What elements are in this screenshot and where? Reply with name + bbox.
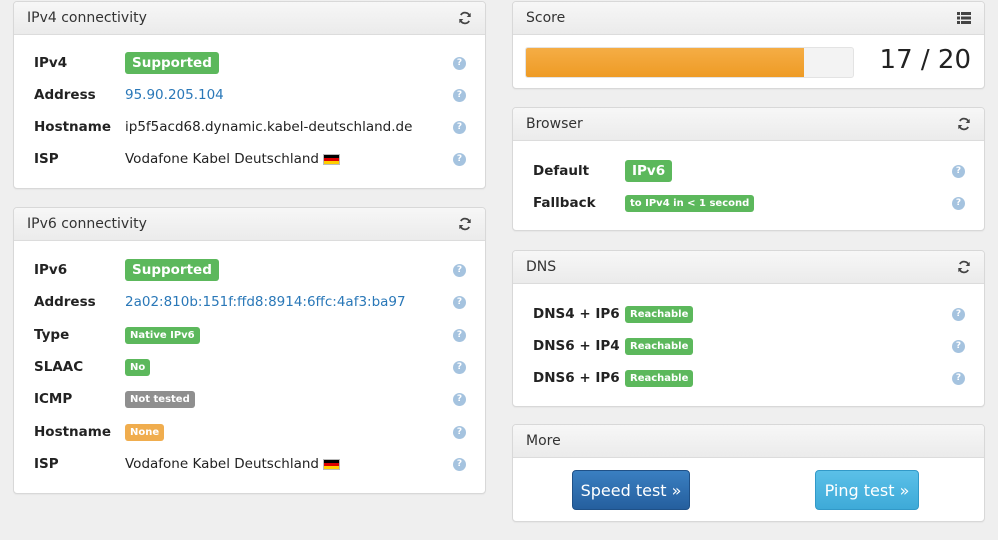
browser-panel: Browser Default IPv6 ? Fallback to IPv4 … — [512, 107, 985, 231]
address-row: Address 95.90.205.104 ? — [14, 84, 485, 106]
isp-row: ISP Vodafone Kabel Deutschland ? — [14, 148, 485, 170]
help-icon[interactable]: ? — [453, 457, 466, 471]
help-icon[interactable]: ? — [952, 339, 965, 353]
dns-panel: DNS DNS4 + IP6 Reachable ? DNS6 + IP4 Re… — [512, 250, 985, 407]
help-icon[interactable]: ? — [453, 88, 466, 102]
fallback-badge: to IPv4 in < 1 second — [625, 194, 755, 212]
help-icon[interactable]: ? — [453, 120, 466, 134]
ipv4-panel-title: IPv4 connectivity — [27, 10, 147, 26]
dns6-ip4-row: DNS6 + IP4 Reachable ? — [513, 335, 984, 357]
help-icon[interactable]: ? — [453, 425, 466, 439]
row-label: DNS6 + IP6 — [533, 370, 620, 386]
help-icon[interactable]: ? — [952, 164, 965, 178]
slaac-row: SLAAC No ? — [14, 356, 485, 378]
dns4-ip6-row: DNS4 + IP6 Reachable ? — [513, 303, 984, 325]
more-panel-heading: More — [513, 425, 984, 458]
speed-test-button[interactable]: Speed test » — [572, 470, 690, 510]
score-value: 17 / 20 — [879, 45, 971, 75]
browser-panel-heading: Browser — [513, 108, 984, 141]
help-icon[interactable]: ? — [453, 152, 466, 166]
row-label: ISP — [34, 151, 59, 167]
refresh-icon[interactable] — [956, 259, 972, 275]
score-panel: Score 17 / 20 — [512, 1, 985, 89]
row-label: Address — [34, 87, 96, 103]
icmp-badge: Not tested — [125, 390, 195, 408]
help-icon[interactable]: ? — [453, 263, 466, 277]
isp-row: ISP Vodafone Kabel Deutschland ? — [14, 453, 485, 475]
refresh-icon[interactable] — [956, 116, 972, 132]
default-row: Default IPv6 ? — [513, 160, 984, 182]
help-icon[interactable]: ? — [453, 392, 466, 406]
dns-panel-heading: DNS — [513, 251, 984, 284]
ipv6-row: IPv6 Supported ? — [14, 259, 485, 281]
ipv6-panel-heading: IPv6 connectivity — [14, 208, 485, 241]
hostname-value: ip5f5acd68.dynamic.kabel-deutschland.de — [125, 119, 413, 135]
supported-badge: Supported — [125, 259, 219, 281]
native-ipv6-badge: Native IPv6 — [125, 326, 200, 344]
row-label: ICMP — [34, 391, 73, 407]
refresh-icon[interactable] — [457, 10, 473, 26]
help-icon[interactable]: ? — [453, 360, 466, 374]
score-panel-title: Score — [526, 10, 566, 26]
ipv4-row: IPv4 Supported ? — [14, 52, 485, 74]
address-row: Address 2a02:810b:151f:ffd8:8914:6ffc:4a… — [14, 291, 485, 313]
germany-flag-icon — [322, 458, 340, 470]
score-panel-heading: Score — [513, 2, 984, 35]
list-icon[interactable] — [956, 10, 972, 26]
score-progress-bar — [525, 47, 854, 78]
dns6-ip6-row: DNS6 + IP6 Reachable ? — [513, 367, 984, 389]
ipv6-address-link[interactable]: 2a02:810b:151f:ffd8:8914:6ffc:4af3:ba97 — [125, 294, 406, 310]
default-badge: IPv6 — [625, 160, 673, 182]
row-label: ISP — [34, 456, 59, 472]
icmp-row: ICMP Not tested ? — [14, 388, 485, 410]
help-icon[interactable]: ? — [952, 307, 965, 321]
ipv4-panel-heading: IPv4 connectivity — [14, 2, 485, 35]
row-label: DNS6 + IP4 — [533, 338, 620, 354]
row-label: SLAAC — [34, 359, 84, 375]
row-label: Hostname — [34, 424, 112, 440]
ipv4-address-link[interactable]: 95.90.205.104 — [125, 87, 224, 103]
ipv6-panel-title: IPv6 connectivity — [27, 216, 147, 232]
row-label: IPv4 — [34, 55, 68, 71]
ping-test-button[interactable]: Ping test » — [815, 470, 919, 510]
hostname-row: Hostname None ? — [14, 421, 485, 443]
ipv6-panel: IPv6 connectivity IPv6 Supported ? Addre… — [13, 207, 486, 494]
refresh-icon[interactable] — [457, 216, 473, 232]
type-row: Type Native IPv6 ? — [14, 324, 485, 346]
row-label: Fallback — [533, 195, 596, 211]
row-label: Type — [34, 327, 70, 343]
dns-panel-title: DNS — [526, 259, 557, 275]
supported-badge: Supported — [125, 52, 219, 74]
help-icon[interactable]: ? — [453, 295, 466, 309]
row-label: Hostname — [34, 119, 112, 135]
reachable-badge: Reachable — [625, 305, 694, 323]
help-icon[interactable]: ? — [453, 328, 466, 342]
browser-panel-title: Browser — [526, 116, 583, 132]
hostname-badge: None — [125, 423, 165, 441]
help-icon[interactable]: ? — [952, 371, 965, 385]
germany-flag-icon — [322, 153, 340, 165]
ipv4-panel: IPv4 connectivity IPv4 Supported ? Addre… — [13, 1, 486, 189]
isp-value: Vodafone Kabel Deutschland — [125, 151, 319, 167]
more-panel-title: More — [526, 433, 561, 449]
reachable-badge: Reachable — [625, 337, 694, 355]
fallback-row: Fallback to IPv4 in < 1 second ? — [513, 192, 984, 214]
isp-value: Vodafone Kabel Deutschland — [125, 456, 319, 472]
row-label: Default — [533, 163, 590, 179]
hostname-row: Hostname ip5f5acd68.dynamic.kabel-deutsc… — [14, 116, 485, 138]
help-icon[interactable]: ? — [952, 196, 965, 210]
help-icon[interactable]: ? — [453, 56, 466, 70]
row-label: DNS4 + IP6 — [533, 306, 620, 322]
score-progress-fill — [526, 48, 804, 77]
row-label: Address — [34, 294, 96, 310]
row-label: IPv6 — [34, 262, 68, 278]
more-panel: More Speed test » Ping test » — [512, 424, 985, 522]
slaac-badge: No — [125, 358, 151, 376]
reachable-badge: Reachable — [625, 369, 694, 387]
